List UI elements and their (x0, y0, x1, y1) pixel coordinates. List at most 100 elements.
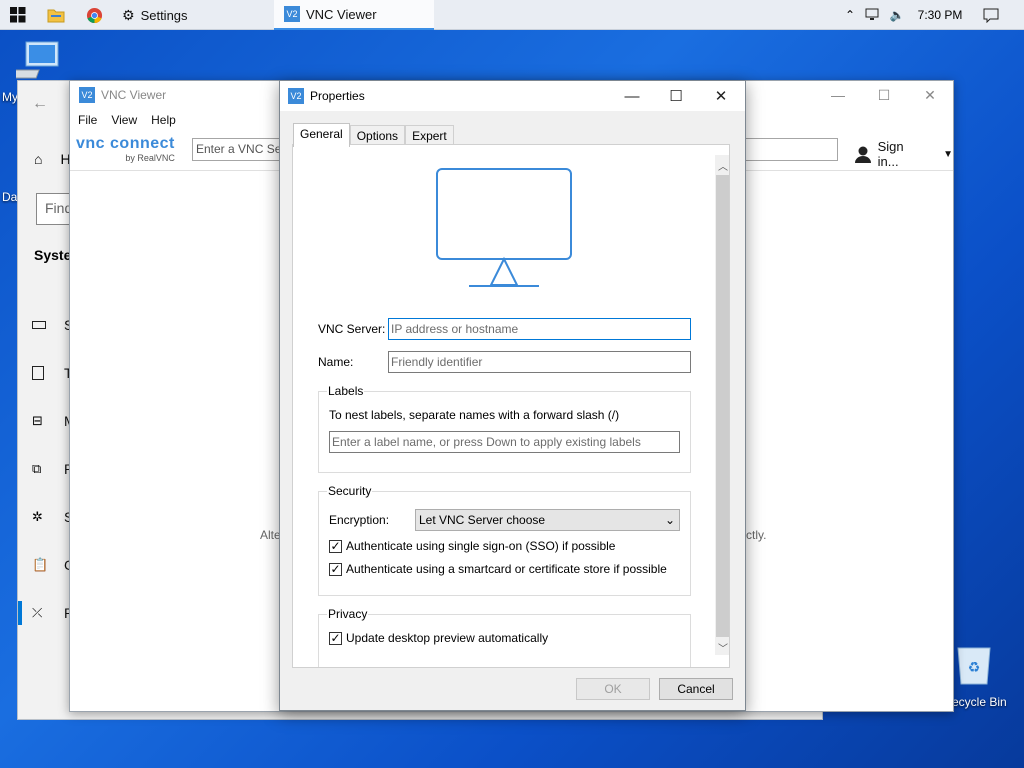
vnc-connect-sub: by RealVNC (125, 153, 175, 163)
start-button[interactable] (0, 0, 36, 30)
file-explorer-taskbar-button[interactable] (38, 0, 74, 30)
settings-nav-remote[interactable]: ⤫ R (18, 601, 74, 625)
scroll-thumb[interactable] (716, 175, 729, 637)
my-computer-desktop-icon[interactable] (5, 40, 62, 84)
user-avatar-icon (855, 146, 871, 163)
minimize-icon: — (624, 87, 640, 105)
settings-nav-tablet[interactable]: T (32, 361, 73, 385)
label-input-placeholder: Enter a label name, or press Down to app… (332, 435, 641, 449)
vnc-viewer-title: VNC Viewer (101, 88, 167, 102)
shared-experiences-icon: ✲ (32, 509, 43, 524)
sign-in-button[interactable]: Sign in... ▼ (854, 139, 953, 169)
vnc-body-text-right: ctly. (746, 528, 767, 542)
clock[interactable]: 7:30 PM (910, 0, 970, 30)
ok-button[interactable]: OK (576, 678, 650, 700)
settings-nav-shared[interactable]: ✲ S (32, 505, 73, 529)
action-center-button[interactable] (978, 0, 1004, 30)
chevron-down-icon: ﹀ (718, 643, 728, 655)
settings-nav-multitasking[interactable]: ⊟ M (32, 409, 76, 433)
vnc-server-input[interactable]: IP address or hostname (388, 318, 691, 340)
gear-icon: ⚙ (122, 6, 135, 23)
properties-minimize-button[interactable]: — (609, 81, 655, 111)
privacy-group-title: Privacy (327, 607, 369, 621)
general-tab-scrollbar[interactable]: ︿ ﹀ (715, 155, 729, 655)
svg-text:♻: ♻ (968, 659, 981, 675)
cancel-button[interactable]: Cancel (659, 678, 733, 700)
properties-title: Properties (310, 89, 365, 103)
maximize-icon: ☐ (877, 86, 891, 103)
vnc-minimize-button[interactable]: — (815, 81, 861, 109)
vnc-app-icon: V2 (284, 6, 300, 22)
chevron-down-icon: ▼ (943, 148, 953, 160)
vnc-server-label: VNC Server: (318, 322, 386, 336)
network-tray-icon[interactable] (862, 0, 884, 30)
active-indicator (18, 601, 22, 625)
name-label: Name: (318, 355, 354, 369)
vnc-viewer-taskbar-label: VNC Viewer (306, 6, 377, 22)
vnc-viewer-taskbar-button[interactable]: V2 VNC Viewer (274, 0, 434, 30)
encryption-select[interactable]: Let VNC Server choose ⌄ (415, 509, 680, 531)
network-icon (865, 8, 879, 20)
scroll-up-button[interactable]: ︿ (715, 157, 729, 173)
vnc-app-icon: V2 (288, 88, 304, 104)
clipboard-icon: 📋 (32, 557, 49, 572)
vnc-close-button[interactable]: ✕ (907, 81, 953, 109)
checkbox-checked-icon: ✓ (329, 631, 342, 645)
name-input[interactable]: Friendly identifier (388, 351, 691, 373)
tab-expert[interactable]: Expert (405, 125, 454, 146)
chrome-taskbar-button[interactable] (76, 0, 112, 30)
scroll-down-button[interactable]: ﹀ (715, 639, 729, 655)
computer-icon (5, 41, 59, 79)
labels-group-title: Labels (327, 384, 365, 398)
vnc-app-icon: V2 (79, 87, 95, 103)
properties-maximize-button[interactable]: ☐ (653, 81, 699, 111)
encryption-label: Encryption: (329, 513, 390, 527)
settings-taskbar-button[interactable]: ⚙ Settings (112, 0, 272, 30)
sso-label: Authenticate using single sign-on (SSO) … (346, 539, 616, 553)
monitor-icon (436, 168, 572, 287)
tab-options[interactable]: Options (349, 125, 406, 146)
taskbar: ⚙ Settings V2 VNC Viewer ⌃ 🔈 7:30 PM (0, 0, 1024, 30)
home-icon: ⌂ (34, 151, 43, 167)
general-tab-panel: VNC Server: IP address or hostname Name:… (292, 144, 730, 668)
desktop-preview-checkbox[interactable]: ✓ Update desktop preview automatically (329, 631, 548, 645)
chrome-icon (86, 7, 102, 23)
show-hidden-icons-button[interactable]: ⌃ (840, 0, 860, 30)
label-name-input[interactable]: Enter a label name, or press Down to app… (329, 431, 680, 453)
projecting-icon: ⧉ (32, 461, 42, 476)
sso-checkbox[interactable]: ✓ Authenticate using single sign-on (SSO… (329, 539, 615, 553)
recycle-bin-label: ecycle Bin (952, 695, 1007, 709)
recycle-bin-desktop-icon[interactable]: ♻ (954, 644, 994, 686)
settings-nav-clipboard[interactable]: 📋 C (32, 553, 74, 577)
labels-hint: To nest labels, separate names with a fo… (329, 408, 620, 422)
smartcard-label: Authenticate using a smartcard or certif… (346, 562, 667, 576)
minimize-icon: — (831, 87, 845, 103)
checkbox-checked-icon: ✓ (329, 539, 342, 553)
menu-view[interactable]: View (111, 113, 137, 127)
settings-nav-display[interactable]: S (32, 313, 73, 337)
vnc-menubar: File View Help (78, 113, 176, 127)
data-desktop-label: Da (2, 190, 18, 204)
properties-close-button[interactable]: ✕ (698, 81, 744, 111)
vnc-body-text-left: Alte (260, 528, 281, 542)
checkbox-checked-icon: ✓ (329, 562, 342, 576)
remote-desktop-icon: ⤫ (32, 605, 43, 620)
multitasking-icon: ⊟ (32, 413, 43, 428)
settings-taskbar-label: Settings (140, 7, 188, 23)
smartcard-checkbox[interactable]: ✓ Authenticate using a smartcard or cert… (329, 562, 667, 576)
labels-group: Labels To nest labels, separate names wi… (318, 384, 691, 473)
sign-in-label: Sign in... (877, 139, 904, 169)
volume-tray-icon[interactable]: 🔈 (886, 0, 908, 30)
back-button[interactable]: ← (32, 95, 48, 113)
tab-general[interactable]: General (293, 123, 350, 147)
settings-nav-projecting[interactable]: ⧉ P (32, 457, 73, 481)
menu-file[interactable]: File (78, 113, 97, 127)
encryption-value: Let VNC Server choose (419, 513, 546, 527)
security-group: Security Encryption: Let VNC Server choo… (318, 484, 691, 596)
menu-help[interactable]: Help (151, 113, 176, 127)
chevron-up-icon: ⌃ (844, 8, 856, 22)
tablet-icon (32, 366, 44, 380)
properties-tabs: General Options Expert (293, 123, 454, 147)
vnc-maximize-button[interactable]: ☐ (861, 81, 907, 109)
home-nav-item[interactable]: ⌂ H (34, 151, 71, 167)
